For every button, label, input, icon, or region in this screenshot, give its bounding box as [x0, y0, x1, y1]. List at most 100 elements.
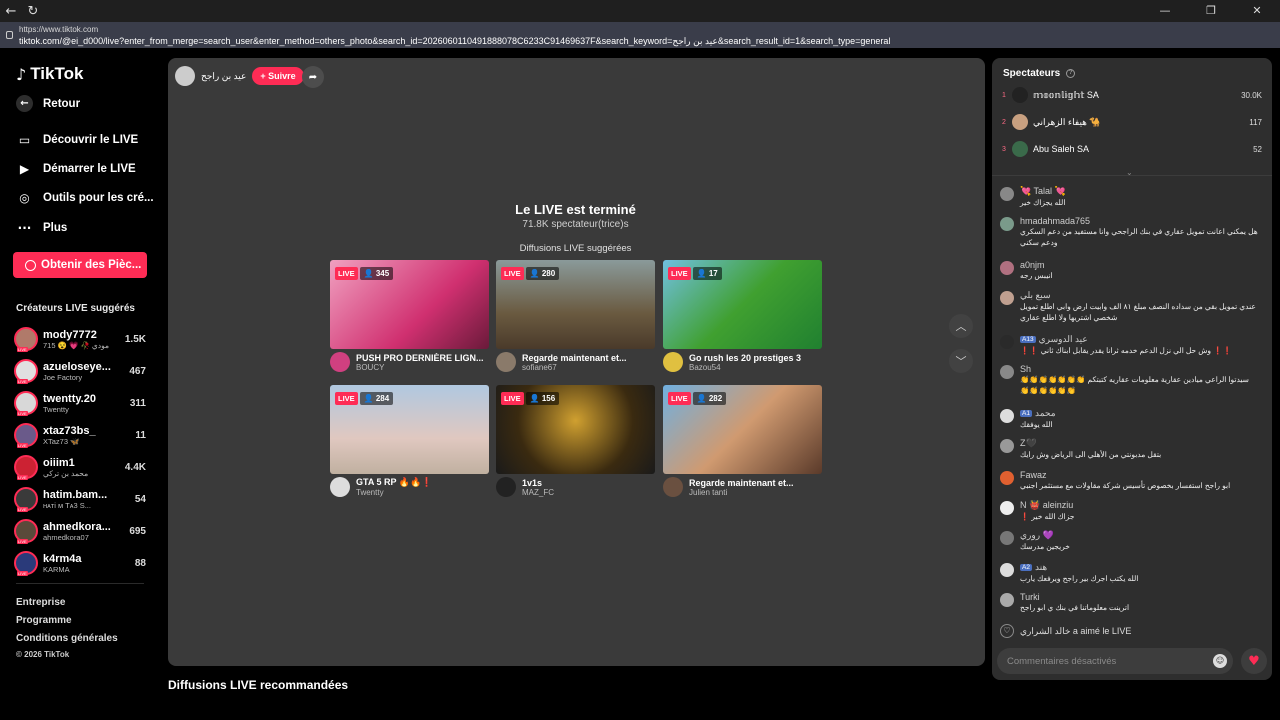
restore-icon[interactable]: ❐	[1188, 0, 1234, 22]
live-card[interactable]: LIVE 👤 284 GTA 5 RP 🔥🔥❗ Twentty	[330, 385, 489, 497]
live-card[interactable]: LIVE 👤 345 PUSH PRO DERNIÈRE LIGN... BOUCY	[330, 260, 489, 372]
card-user[interactable]: MAZ_FC	[522, 488, 652, 497]
viewer-count: 284	[375, 394, 390, 403]
chat-avatar[interactable]	[1000, 593, 1014, 607]
get-coins-button[interactable]: Obtenir des Pièc...	[13, 252, 147, 278]
live-thumbnail[interactable]: LIVE 👤 282	[663, 385, 822, 474]
chat-avatar[interactable]	[1000, 439, 1014, 453]
footer-link-business[interactable]: Entreprise	[16, 597, 65, 608]
chat-username[interactable]: N 👹 aleinziu	[1020, 500, 1073, 511]
reload-icon[interactable]: ↻	[22, 0, 44, 22]
emoji-icon[interactable]: ☺	[1213, 654, 1227, 668]
chat-username[interactable]: a0njm	[1020, 260, 1045, 270]
creator-name: ahmedkora...	[43, 520, 111, 533]
chat-username[interactable]: سبع بلي	[1020, 290, 1051, 301]
creator-item[interactable]: LIVE azueloseye... Joe Factory 467	[14, 357, 146, 385]
follow-button[interactable]: + Suivre	[252, 67, 304, 85]
card-user[interactable]: sofiane67	[522, 363, 652, 372]
nav-start-live[interactable]: ▶ Démarrer le LIVE	[16, 160, 156, 177]
heart-icon[interactable]: ♥	[1241, 648, 1267, 674]
card-avatar[interactable]	[330, 477, 350, 497]
chat-username[interactable]: هند	[1035, 562, 1047, 573]
badges: LIVE 👤 156	[501, 392, 560, 405]
chat-avatar[interactable]	[1000, 563, 1014, 577]
scroll-up-icon[interactable]: ︿	[949, 314, 973, 338]
chat-username[interactable]: hmadahmada765	[1020, 216, 1090, 226]
creator-item[interactable]: LIVE oiiim1 محمد بن تركي 4.4K	[14, 453, 146, 481]
creator-item[interactable]: LIVE k4rm4a KARMA 88	[14, 549, 146, 577]
close-icon[interactable]: ✕	[1234, 0, 1280, 22]
card-user[interactable]: Julien tanti	[689, 488, 819, 497]
chat-username[interactable]: Turki	[1020, 592, 1040, 602]
card-title[interactable]: Regarde maintenant et...	[689, 478, 819, 488]
nav-more[interactable]: ··· Plus	[16, 219, 156, 236]
chat-avatar[interactable]	[1000, 501, 1014, 515]
live-thumbnail[interactable]: LIVE 👤 17	[663, 260, 822, 349]
chat-username[interactable]: Z🖤	[1020, 438, 1037, 449]
viewer-count: 345	[375, 269, 390, 278]
creator-item[interactable]: LIVE xtaz73bs_ XTaz73 🦋 11	[14, 421, 146, 449]
chat-avatar[interactable]	[1000, 335, 1014, 349]
card-avatar[interactable]	[496, 477, 516, 497]
chat-avatar[interactable]	[1000, 365, 1014, 379]
footer-link-program[interactable]: Programme	[16, 615, 72, 626]
live-thumbnail[interactable]: LIVE 👤 156	[496, 385, 655, 474]
chat-avatar[interactable]	[1000, 187, 1014, 201]
live-card[interactable]: LIVE 👤 282 Regarde maintenant et... Julien …	[663, 385, 822, 497]
chat-avatar[interactable]	[1000, 291, 1014, 305]
card-title[interactable]: Regarde maintenant et...	[522, 353, 652, 363]
address-bar[interactable]: https://www.tiktok.com tiktok.com/@ei_d0…	[0, 22, 1280, 48]
share-icon[interactable]: ➦	[302, 66, 324, 88]
nav-discover-live[interactable]: ▭ Découvrir le LIVE	[16, 131, 156, 148]
card-title[interactable]: PUSH PRO DERNIÈRE LIGN...	[356, 353, 486, 363]
spectator-row[interactable]: 3 Abu Saleh SA 52	[1002, 140, 1262, 158]
nav-back[interactable]: ← Retour	[16, 95, 156, 112]
card-avatar[interactable]	[663, 352, 683, 372]
url-text[interactable]: tiktok.com/@ei_d000/live?enter_from_merg…	[19, 36, 890, 47]
footer-link-terms[interactable]: Conditions générales	[16, 633, 118, 644]
spectator-row[interactable]: 2 هيفاء الزهراني 🐪 117	[1002, 113, 1262, 131]
host-avatar[interactable]	[175, 66, 195, 86]
card-title[interactable]: Go rush les 20 prestiges 3	[689, 353, 819, 363]
card-avatar[interactable]	[330, 352, 350, 372]
live-thumbnail[interactable]: LIVE 👤 284	[330, 385, 489, 474]
creator-item[interactable]: LIVE twentty.20 Twentty 311	[14, 389, 146, 417]
creator-item[interactable]: LIVE hatim.bam... ʜᴀтi ᴍ Tᴀ3 S... 54	[14, 485, 146, 513]
card-user[interactable]: BOUCY	[356, 363, 486, 372]
host-name[interactable]: عيد بن راجح	[201, 71, 246, 82]
chat-avatar[interactable]	[1000, 261, 1014, 275]
chevron-down-icon[interactable]: ⌄	[1126, 168, 1133, 177]
chat-username[interactable]: Sh	[1020, 364, 1031, 374]
scroll-down-icon[interactable]: ﹀	[949, 349, 973, 373]
chat-avatar[interactable]	[1000, 409, 1014, 423]
card-avatar[interactable]	[663, 477, 683, 497]
tiktok-logo[interactable]: ♪ TikTok	[16, 64, 83, 84]
live-card[interactable]: LIVE 👤 280 Regarde maintenant et... sofiane…	[496, 260, 655, 372]
chat-avatar[interactable]	[1000, 471, 1014, 485]
chat-username[interactable]: روري 💜	[1020, 530, 1054, 541]
live-thumbnail[interactable]: LIVE 👤 345	[330, 260, 489, 349]
chat-avatar[interactable]	[1000, 217, 1014, 231]
creator-item[interactable]: LIVE ahmedkora... ahmedkora07 695	[14, 517, 146, 545]
back-arrow-icon[interactable]: ←	[0, 0, 22, 22]
chat-avatar[interactable]	[1000, 531, 1014, 545]
chat-username[interactable]: محمد	[1035, 408, 1056, 419]
info-icon[interactable]: ?	[1066, 69, 1076, 78]
chat-username[interactable]: 💘 Talal 💘	[1020, 186, 1066, 197]
live-card[interactable]: LIVE 👤 156 1v1s MAZ_FC	[496, 385, 655, 497]
nav-creator-tools[interactable]: ◎ Outils pour les cré...	[16, 189, 156, 206]
card-title[interactable]: 1v1s	[522, 478, 652, 488]
card-avatar[interactable]	[496, 352, 516, 372]
card-user[interactable]: Bazou54	[689, 363, 819, 372]
live-card[interactable]: LIVE 👤 17 Go rush les 20 prestiges 3 Bazou5…	[663, 260, 822, 372]
minimize-icon[interactable]: —	[1142, 0, 1188, 22]
chat-username[interactable]: عيد الدوسري	[1039, 334, 1088, 345]
comment-input[interactable]: Commentaires désactivés ☺	[997, 648, 1233, 674]
spectator-row[interactable]: 1 𝕞𝕠𝕠𝕟𝕝𝕚𝕘𝕙𝕥 SA 30.0K	[1002, 86, 1262, 104]
creator-item[interactable]: LIVE mody7772 715 😵 💗 🥀 مودي 1.5K	[14, 325, 146, 353]
live-thumbnail[interactable]: LIVE 👤 280	[496, 260, 655, 349]
card-title[interactable]: GTA 5 RP 🔥🔥❗	[356, 477, 486, 488]
card-meta: Regarde maintenant et... sofiane67	[496, 352, 655, 372]
card-user[interactable]: Twentty	[356, 488, 486, 497]
chat-username[interactable]: Fawaz	[1020, 470, 1047, 480]
